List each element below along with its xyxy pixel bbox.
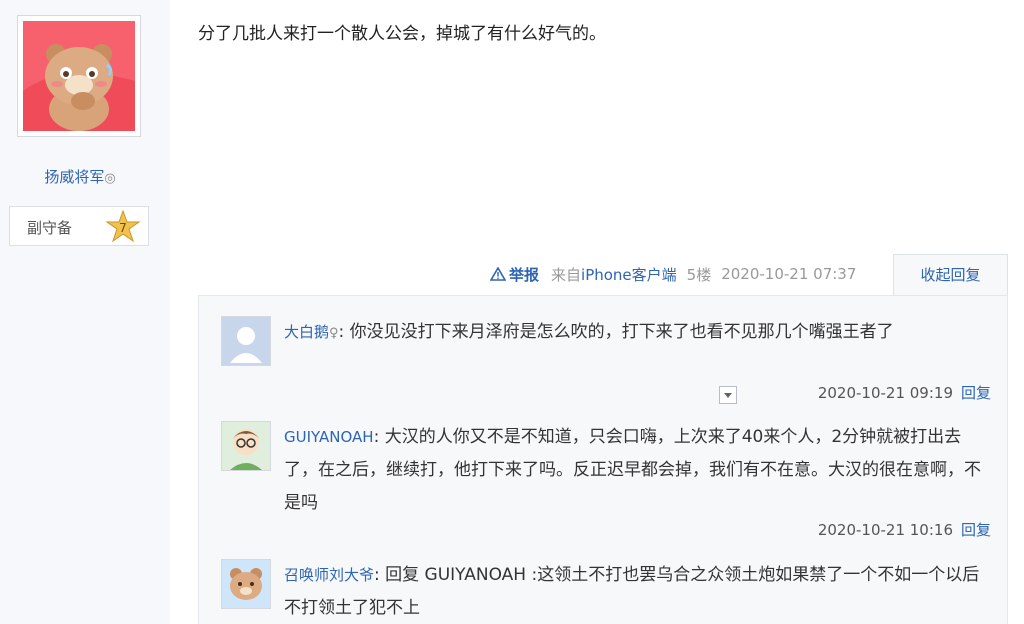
post-content: 分了几批人来打一个散人公会，掉城了有什么好气的。 (198, 24, 606, 44)
verify-icon: ◎ (104, 171, 116, 186)
default-user-icon (222, 317, 270, 365)
author-avatar[interactable] (17, 15, 141, 137)
reply-time: 2020-10-21 10:16 (817, 521, 953, 539)
reply-text: GUIYANOAH: 大汉的人你又不是不知道，只会口嗨，上次来了40来个人，2分… (284, 427, 981, 513)
warning-triangle-icon (490, 267, 506, 281)
reply-username[interactable]: GUIYANOAH (284, 428, 374, 446)
source-prefix: 来自 (551, 265, 582, 284)
level-star-icon: 7 (105, 210, 141, 243)
reply-meta: 2020-10-21 09:19 回复 (818, 382, 991, 403)
post-tail: 举报 来自 iPhone客户端 5楼 2020-10-21 07:37 (490, 262, 856, 286)
reply-text: 大白鹅♀: 你没见没打下来月泽府是怎么吹的，打下来了也看不见那几个嘴强王者了 (284, 322, 894, 342)
author-sidebar: 扬威将军◎ 副守备 7 (0, 0, 170, 624)
reply-button[interactable]: 回复 (961, 521, 991, 539)
level-number: 7 (119, 221, 127, 235)
bear-avatar-image (23, 21, 135, 131)
reply-avatar[interactable] (221, 559, 271, 609)
floor-number: 5楼 (686, 265, 712, 284)
rank-badge[interactable]: 副守备 7 (9, 206, 149, 246)
chevron-down-icon[interactable] (719, 386, 737, 404)
reply-item: 召唤师刘大爷: 回复 GUIYANOAH :这领土不打也罢乌合之众领土炮如果禁了… (221, 559, 991, 624)
reply-box: 大白鹅♀: 你没见没打下来月泽府是怎么吹的，打下来了也看不见那几个嘴强王者了 2… (198, 295, 1008, 624)
reply-item: 大白鹅♀: 你没见没打下来月泽府是怎么吹的，打下来了也看不见那几个嘴强王者了 2… (221, 316, 991, 416)
source-device-link[interactable]: iPhone客户端 (581, 264, 677, 285)
cartoon-avatar-icon (222, 422, 270, 470)
reply-text: 召唤师刘大爷: 回复 GUIYANOAH :这领土不打也罢乌合之众领土炮如果禁了… (284, 565, 980, 618)
reply-item: GUIYANOAH: 大汉的人你又不是不知道，只会口嗨，上次来了40来个人，2分… (221, 421, 991, 551)
collapse-replies-button[interactable]: 收起回复 (893, 254, 1008, 296)
reply-avatar[interactable] (221, 421, 271, 471)
reply-time: 2020-10-21 09:19 (817, 384, 953, 402)
female-icon: ♀ (329, 326, 339, 341)
author-username[interactable]: 扬威将军◎ (0, 166, 160, 187)
rank-title: 副守备 (27, 219, 73, 237)
reply-button[interactable]: 回复 (961, 384, 991, 402)
reply-username[interactable]: 召唤师刘大爷 (284, 566, 374, 584)
post-timestamp: 2020-10-21 07:37 (721, 265, 857, 283)
report-link[interactable]: 举报 (490, 264, 539, 285)
reply-username[interactable]: 大白鹅 (284, 323, 329, 341)
reply-avatar-default[interactable] (221, 316, 271, 366)
bear-avatar-icon (222, 560, 270, 608)
reply-meta: 2020-10-21 10:16 回复 (818, 519, 991, 540)
